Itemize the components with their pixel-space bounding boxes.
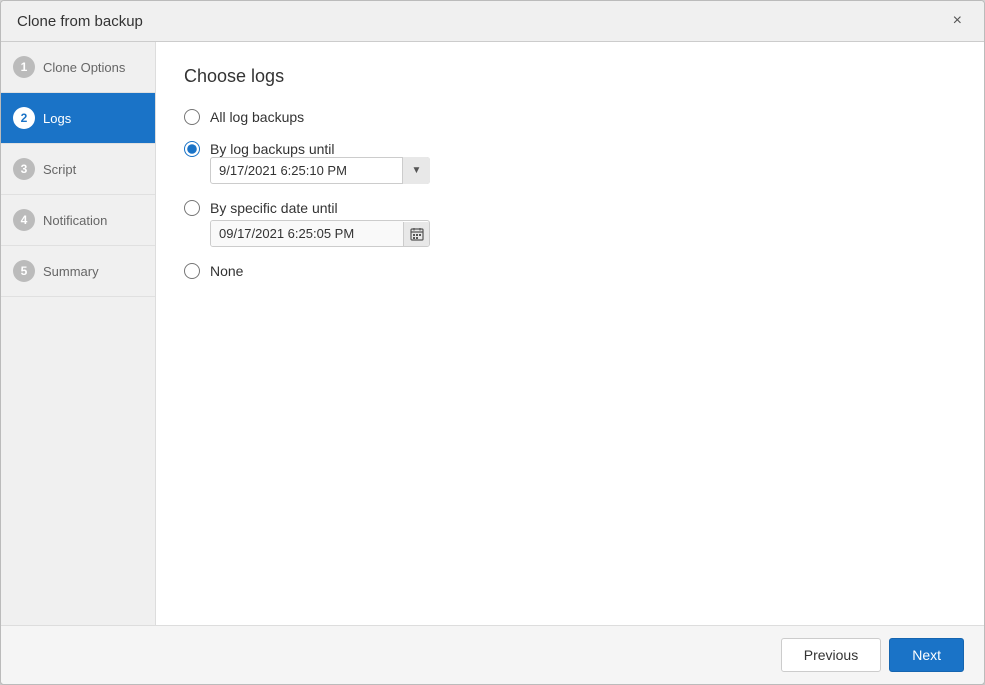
none-row: None [184, 263, 956, 279]
next-button[interactable]: Next [889, 638, 964, 672]
log-options-form: All log backups By log backups until 9/1… [184, 109, 956, 279]
by-log-backups-label: By log backups until [210, 141, 335, 157]
sidebar-label-notification: Notification [43, 213, 107, 228]
sidebar-item-logs[interactable]: 2 Logs [1, 93, 155, 144]
log-backup-select-wrapper: 9/17/2021 6:25:10 PM ▼ [210, 157, 430, 184]
by-specific-date-section: By specific date until [184, 200, 956, 247]
date-input-container [210, 220, 430, 247]
by-log-backups-row: By log backups until [184, 141, 956, 157]
dialog-title: Clone from backup [17, 13, 143, 30]
step-badge-5: 5 [13, 260, 35, 282]
specific-date-input-wrapper [210, 220, 956, 247]
all-log-backups-label: All log backups [210, 109, 304, 125]
by-specific-date-label: By specific date until [210, 200, 338, 216]
calendar-button[interactable] [403, 222, 429, 246]
log-backup-dropdown-row: 9/17/2021 6:25:10 PM ▼ [210, 157, 956, 184]
sidebar: 1 Clone Options 2 Logs 3 Script 4 Notifi… [1, 42, 156, 625]
log-backup-select[interactable]: 9/17/2021 6:25:10 PM [210, 157, 430, 184]
all-log-backups-radio[interactable] [184, 109, 200, 125]
sidebar-item-script[interactable]: 3 Script [1, 144, 155, 195]
sidebar-item-summary[interactable]: 5 Summary [1, 246, 155, 297]
by-log-backups-radio[interactable] [184, 141, 200, 157]
none-radio[interactable] [184, 263, 200, 279]
sidebar-label-script: Script [43, 162, 76, 177]
specific-date-input[interactable] [211, 221, 403, 246]
clone-from-backup-dialog: Clone from backup × 1 Clone Options 2 Lo… [0, 0, 985, 685]
step-badge-3: 3 [13, 158, 35, 180]
close-button[interactable]: × [947, 11, 968, 31]
by-specific-date-row: By specific date until [184, 200, 956, 216]
dialog-header: Clone from backup × [1, 1, 984, 42]
sidebar-label-clone-options: Clone Options [43, 60, 125, 75]
calendar-icon [410, 227, 424, 241]
main-content: Choose logs All log backups By log backu… [156, 42, 984, 625]
dialog-body: 1 Clone Options 2 Logs 3 Script 4 Notifi… [1, 42, 984, 625]
all-log-backups-row: All log backups [184, 109, 956, 125]
dialog-footer: Previous Next [1, 625, 984, 684]
step-badge-1: 1 [13, 56, 35, 78]
sidebar-item-notification[interactable]: 4 Notification [1, 195, 155, 246]
sidebar-label-summary: Summary [43, 264, 99, 279]
content-title: Choose logs [184, 66, 956, 87]
previous-button[interactable]: Previous [781, 638, 881, 672]
by-log-backups-section: By log backups until 9/17/2021 6:25:10 P… [184, 141, 956, 184]
step-badge-2: 2 [13, 107, 35, 129]
by-specific-date-radio[interactable] [184, 200, 200, 216]
sidebar-label-logs: Logs [43, 111, 71, 126]
step-badge-4: 4 [13, 209, 35, 231]
sidebar-item-clone-options[interactable]: 1 Clone Options [1, 42, 155, 93]
none-label: None [210, 263, 243, 279]
